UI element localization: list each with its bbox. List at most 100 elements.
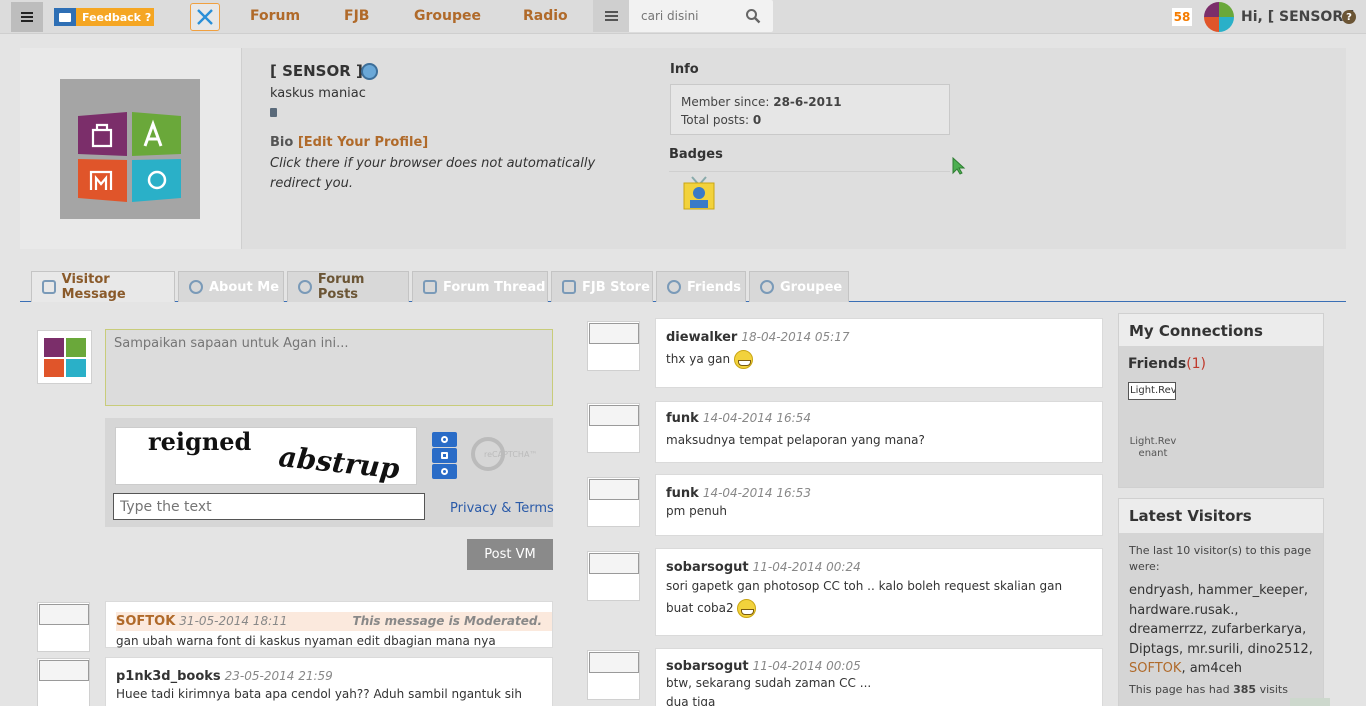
question-icon: [441, 468, 448, 475]
friend-name-link[interactable]: Light.Rev enant: [1128, 436, 1178, 460]
message-avatar[interactable]: [587, 403, 640, 453]
message-body: btw, sekarang sudah zaman CC ... dua tiga: [666, 674, 1092, 706]
message-body: thx ya gan: [666, 349, 1092, 369]
tab-label: Forum Posts: [317, 272, 365, 302]
message-author[interactable]: sobarsogut 11-04-2014 00:24: [666, 560, 1092, 575]
message-date: 11-04-2014 00:24: [752, 560, 861, 574]
avatar-icon: [1204, 2, 1234, 32]
message-avatar[interactable]: [587, 477, 640, 527]
total-posts-label: Total posts:: [681, 113, 750, 127]
profile-username: [ SENSOR ]: [270, 62, 363, 80]
captcha-input[interactable]: [113, 493, 425, 520]
captcha-refresh-button[interactable]: [432, 432, 457, 447]
tab-friends[interactable]: Friends: [656, 271, 746, 302]
info-box: Member since: 28-6-2011 Total posts: 0: [670, 84, 950, 135]
message-avatar[interactable]: [587, 650, 640, 700]
tab-groupee[interactable]: Groupee: [749, 271, 849, 302]
tab-label: Friends: [687, 279, 742, 295]
latest-visitors-title: Latest Visitors: [1119, 499, 1323, 533]
captcha-text-image: reigned abstrup: [148, 427, 401, 486]
user-avatar[interactable]: [1204, 2, 1234, 32]
notification-badge[interactable]: 58: [1172, 8, 1192, 26]
group-icon: [760, 280, 774, 294]
search-category-button[interactable]: [593, 0, 629, 32]
message-text: dua tiga: [666, 695, 716, 706]
friend-avatar[interactable]: Light.Rev: [1128, 382, 1176, 400]
list-item: SOFTOK 31-05-2014 18:11 This message is M…: [105, 601, 553, 648]
search-icon[interactable]: [745, 8, 761, 24]
visitor-link[interactable]: endryash: [1129, 583, 1190, 598]
avatar-icon: [43, 338, 86, 377]
message-body: gan ubah warna font di kaskus nyaman edi…: [116, 634, 496, 648]
user-greeting[interactable]: Hi, [ SENSOR ]: [1241, 9, 1354, 25]
search-input[interactable]: [631, 0, 741, 32]
message-body: pm penuh: [666, 504, 727, 518]
message-author[interactable]: funk 14-04-2014 16:53: [666, 486, 1092, 501]
visitor-link[interactable]: Diptags: [1129, 642, 1179, 657]
tab-about-me[interactable]: About Me: [178, 271, 284, 302]
tab-visitor-message[interactable]: Visitor Message: [31, 271, 175, 302]
member-since-label: Member since:: [681, 95, 770, 109]
badge-icon[interactable]: [682, 175, 716, 211]
message-avatar[interactable]: [37, 602, 90, 652]
author-name: sobarsogut: [666, 560, 749, 575]
visitor-link[interactable]: am4ceh: [1190, 661, 1242, 676]
visitor-link[interactable]: hardware.rusak.: [1129, 603, 1234, 618]
visit-count: This page has had 385 visits: [1129, 683, 1288, 696]
chat-bubble-icon: [298, 280, 312, 294]
avatar-placeholder-icon: [589, 323, 639, 344]
message-body: maksudnya tempat pelaporan yang mana?: [666, 433, 925, 447]
avatar-placeholder-icon: [589, 405, 639, 426]
message-text: sori gapetk gan photosop CC toh .. kalo …: [666, 579, 1063, 615]
message-body: sori gapetk gan photosop CC toh .. kalo …: [666, 575, 1092, 619]
message-author[interactable]: p1nk3d_books 23-05-2014 21:59: [116, 669, 542, 684]
post-vm-button[interactable]: Post VM: [467, 539, 553, 570]
nav-radio[interactable]: Radio: [523, 8, 568, 24]
metro-tiles-avatar-icon: [78, 112, 181, 202]
message-body: Huee tadi kirimnya bata apa cendol yah??…: [116, 687, 522, 701]
hamburger-menu-button[interactable]: [11, 2, 43, 32]
message-text: btw, sekarang sudah zaman CC ...: [666, 676, 872, 690]
captcha-image: reigned abstrup: [115, 427, 417, 486]
message-author[interactable]: sobarsogut 11-04-2014 00:05: [666, 659, 1092, 674]
badges-divider: [669, 171, 950, 172]
privacy-terms-link[interactable]: Privacy & Terms: [450, 501, 554, 516]
visitor-link[interactable]: zufarberkarya: [1211, 622, 1302, 637]
kaskus-logo[interactable]: [190, 3, 220, 31]
visitor-link[interactable]: SOFTOK: [1129, 661, 1181, 676]
visitor-message-input[interactable]: [105, 329, 553, 406]
visitor-link[interactable]: dino2512: [1248, 642, 1309, 657]
message-author[interactable]: diewalker 18-04-2014 05:17: [666, 330, 1092, 345]
kaskus-logo-icon: [197, 9, 213, 25]
nav-fjb[interactable]: FJB: [344, 8, 369, 24]
nav-groupee[interactable]: Groupee: [414, 8, 481, 24]
visits-number: 385: [1233, 683, 1257, 696]
total-posts-value: 0: [752, 113, 762, 127]
message-avatar[interactable]: [587, 321, 640, 371]
help-icon[interactable]: ?: [1342, 10, 1356, 24]
visitor-link[interactable]: mr.surili: [1187, 642, 1239, 657]
nav-forum[interactable]: Forum: [250, 8, 300, 24]
message-author[interactable]: funk 14-04-2014 16:54: [666, 411, 1092, 426]
edit-profile-link[interactable]: [Edit Your Profile]: [298, 135, 428, 150]
captcha-help-button[interactable]: [432, 464, 457, 479]
feedback-button[interactable]: Feedback ?: [54, 8, 154, 26]
message-avatar[interactable]: [37, 658, 90, 706]
friends-label: Friends(1): [1128, 356, 1206, 372]
visitor-link[interactable]: hammer_keeper: [1198, 583, 1304, 598]
message-text: thx ya gan: [666, 352, 731, 366]
author-name: diewalker: [666, 330, 738, 345]
speaker-icon: [441, 452, 448, 459]
tab-forum-posts[interactable]: Forum Posts: [287, 271, 409, 302]
friend-icon: [667, 280, 681, 294]
cursor-icon: [952, 157, 966, 175]
profile-avatar: [60, 79, 200, 219]
tab-fjb-store[interactable]: FJB Store: [551, 271, 653, 302]
tab-forum-thread[interactable]: Forum Thread: [412, 271, 548, 302]
captcha-audio-button[interactable]: [432, 448, 457, 463]
avatar-placeholder-icon: [589, 553, 639, 574]
visitor-link[interactable]: dreamerrzz: [1129, 622, 1203, 637]
message-author[interactable]: SOFTOK 31-05-2014 18:11: [116, 614, 287, 629]
list-icon: [604, 15, 618, 17]
message-avatar[interactable]: [587, 551, 640, 601]
